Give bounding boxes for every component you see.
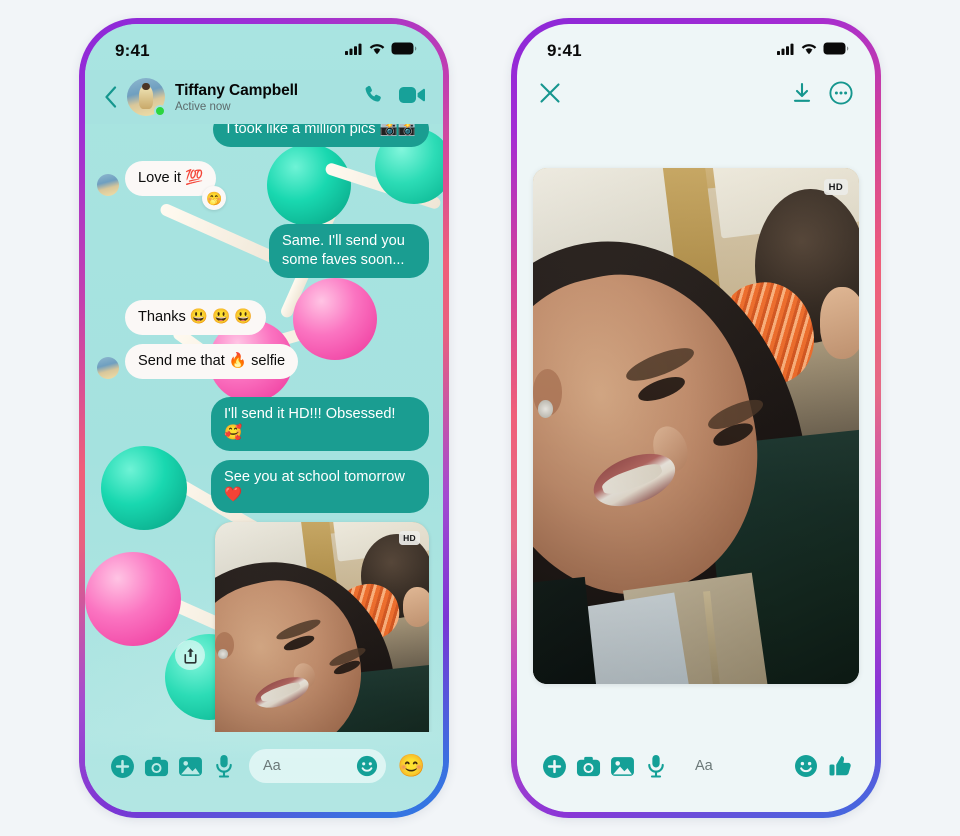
- phone-mockup-chat: 9:41 Tiffany Campbell Active now I took …: [79, 18, 449, 818]
- message-row[interactable]: Same. I'll send you some faves soon...: [97, 224, 429, 278]
- message-bubble-incoming[interactable]: Send me that 🔥 selfie: [125, 344, 299, 380]
- message-bubble-outgoing[interactable]: See you at school tomorrow ❤️: [211, 459, 429, 514]
- header-actions: [362, 83, 425, 111]
- message-row[interactable]: I'll send it HD!!! Obsessed! 🥰: [97, 397, 429, 451]
- back-button[interactable]: [99, 86, 121, 108]
- status-time: 9:41: [115, 41, 150, 60]
- wifi-icon: [801, 42, 817, 60]
- smiley-icon[interactable]: [789, 754, 823, 778]
- message-bubble-outgoing[interactable]: Same. I'll send you some faves soon...: [269, 224, 429, 278]
- contact-avatar[interactable]: [127, 78, 166, 117]
- message-row[interactable]: Thanks 😃 😃 😃: [97, 299, 429, 336]
- status-indicators: [777, 42, 849, 60]
- download-icon[interactable]: [791, 82, 813, 109]
- sender-avatar: [97, 357, 119, 380]
- hd-badge: HD: [399, 531, 420, 546]
- message-input-placeholder: Aa: [695, 758, 713, 774]
- video-call-icon[interactable]: [399, 85, 425, 110]
- gallery-icon[interactable]: [605, 754, 639, 779]
- audio-call-icon[interactable]: [362, 83, 385, 111]
- message-input[interactable]: Aa: [249, 749, 386, 783]
- close-icon[interactable]: [539, 82, 561, 109]
- message-reaction[interactable]: 🤭: [202, 186, 227, 211]
- message-bubble-outgoing[interactable]: I took like a million pics 📸📸: [213, 124, 429, 148]
- gallery-icon[interactable]: [173, 754, 207, 779]
- message-input[interactable]: Aa: [681, 749, 781, 783]
- thumbs-up-icon[interactable]: [823, 754, 857, 778]
- message-bubble-incoming[interactable]: Love it 💯 🤭: [125, 161, 227, 211]
- contact-presence-label: Active now: [175, 100, 231, 113]
- selfie-photo: [215, 522, 429, 732]
- phone-mockup-photo-viewer: 9:41 HD Aa: [511, 18, 881, 818]
- camera-icon[interactable]: [139, 754, 173, 779]
- contact-info[interactable]: Tiffany Campbell Active now: [175, 82, 362, 113]
- contact-name: Tiffany Campbell: [175, 81, 298, 99]
- viewer-toolbar: [517, 70, 875, 120]
- selfie-photo-large: [533, 168, 859, 684]
- status-bar: 9:41: [517, 24, 875, 70]
- chat-screen: 9:41 Tiffany Campbell Active now I took …: [85, 24, 443, 812]
- online-status-dot: [154, 105, 166, 117]
- viewer-toolbar-right: [791, 80, 853, 110]
- message-text: Love it 💯: [138, 170, 204, 187]
- microphone-icon[interactable]: [207, 754, 241, 779]
- wifi-icon: [369, 42, 385, 60]
- hd-badge: HD: [823, 179, 848, 195]
- microphone-icon[interactable]: [639, 754, 673, 779]
- plus-circle-icon[interactable]: [537, 754, 571, 779]
- cellular-signal-icon: [777, 42, 795, 60]
- photo-viewer-screen: 9:41 HD Aa: [517, 24, 875, 812]
- quick-reaction-emoji[interactable]: 😊: [398, 755, 425, 777]
- message-composer: Aa 😊: [85, 732, 443, 812]
- plus-circle-icon[interactable]: [105, 754, 139, 779]
- message-bubble-incoming[interactable]: Thanks 😃 😃 😃: [125, 299, 266, 336]
- photo-viewer-image[interactable]: HD: [533, 168, 859, 684]
- status-bar: 9:41: [85, 24, 443, 70]
- camera-icon[interactable]: [571, 754, 605, 779]
- sender-avatar: [97, 174, 119, 197]
- smiley-icon[interactable]: [356, 755, 378, 777]
- cellular-signal-icon: [345, 42, 363, 60]
- message-row[interactable]: I took like a million pics 📸📸: [97, 124, 429, 148]
- more-options-icon[interactable]: [829, 80, 853, 110]
- message-input-placeholder: Aa: [263, 758, 281, 774]
- status-time: 9:41: [547, 41, 582, 60]
- message-row[interactable]: See you at school tomorrow ❤️: [97, 459, 429, 514]
- photo-attachment[interactable]: HD: [215, 522, 429, 732]
- battery-icon: [823, 42, 849, 60]
- share-icon[interactable]: [175, 640, 205, 671]
- message-list[interactable]: I took like a million pics 📸📸 Love it 💯 …: [85, 124, 443, 732]
- message-composer: Aa: [517, 732, 875, 812]
- message-row[interactable]: Send me that 🔥 selfie: [97, 344, 429, 380]
- message-row[interactable]: Love it 💯 🤭: [97, 161, 429, 211]
- attachment-row[interactable]: HD: [97, 522, 429, 732]
- conversation-header: Tiffany Campbell Active now: [85, 70, 443, 124]
- screenshot-stage: 9:41 Tiffany Campbell Active now I took …: [0, 0, 960, 836]
- status-indicators: [345, 42, 417, 60]
- battery-icon: [391, 42, 417, 60]
- message-bubble-outgoing[interactable]: I'll send it HD!!! Obsessed! 🥰: [211, 397, 429, 451]
